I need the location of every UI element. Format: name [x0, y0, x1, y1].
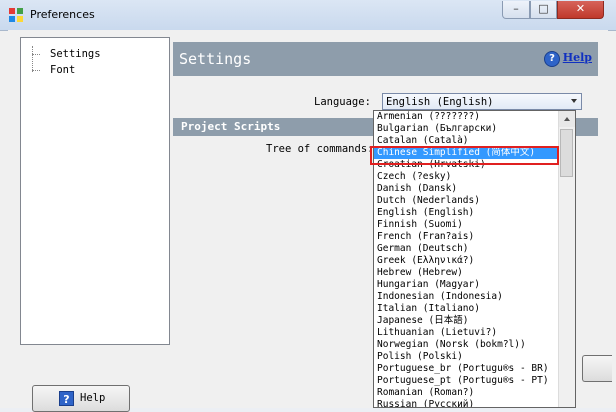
language-option[interactable]: English (English) [374, 207, 560, 219]
window-title: Preferences [30, 8, 95, 21]
language-option[interactable]: Portuguese_br (Portugu®s - BR) [374, 363, 560, 375]
language-option[interactable]: Norwegian (Norsk (bokm?l)) [374, 339, 560, 351]
language-label: Language: [314, 96, 371, 108]
language-option[interactable]: Portuguese_pt (Portugu®s - PT) [374, 375, 560, 387]
help-button-label: Help [80, 392, 106, 404]
tree-connector [32, 54, 40, 55]
ok-button[interactable] [582, 355, 612, 382]
language-option[interactable]: Armenian (???????) [374, 111, 560, 123]
settings-title: Settings [179, 50, 252, 68]
scroll-up-button[interactable] [559, 111, 575, 127]
dropdown-scrollbar[interactable] [558, 111, 575, 407]
language-option[interactable]: Hebrew (Hebrew) [374, 267, 560, 279]
tree-of-commands-label: Tree of commands: [266, 143, 374, 155]
help-icon[interactable]: ? [544, 51, 560, 67]
tree-connector [32, 70, 40, 71]
settings-header: Settings ? Help [173, 42, 598, 76]
language-option[interactable]: Dutch (Nederlands) [374, 195, 560, 207]
tree-connector [32, 46, 33, 72]
language-option[interactable]: Lithuanian (Lietuvi?) [374, 327, 560, 339]
maximize-button[interactable]: □ [530, 1, 557, 19]
language-option[interactable]: Japanese (日本語) [374, 315, 560, 327]
language-option[interactable]: Danish (Dansk) [374, 183, 560, 195]
chevron-up-icon [564, 117, 570, 121]
title-bar[interactable]: Preferences – □ ✕ [0, 0, 616, 31]
preferences-app-icon [9, 8, 23, 22]
annotation-highlight-box [370, 146, 559, 165]
language-option[interactable]: Indonesian (Indonesia) [374, 291, 560, 303]
language-option[interactable]: French (Fran?ais) [374, 231, 560, 243]
language-option[interactable]: Russian (Русский) [374, 399, 560, 407]
language-option[interactable]: Bulgarian (Български) [374, 123, 560, 135]
minimize-button[interactable]: – [502, 1, 530, 19]
language-option[interactable]: Romanian (Roman?) [374, 387, 560, 399]
close-button[interactable]: ✕ [557, 1, 604, 19]
preferences-tree[interactable]: Settings Font [20, 37, 170, 345]
tree-item-font[interactable]: Font [50, 64, 75, 76]
language-option[interactable]: Hungarian (Magyar) [374, 279, 560, 291]
language-option[interactable]: Italian (Italiano) [374, 303, 560, 315]
chevron-down-icon [571, 99, 577, 103]
language-option[interactable]: Finnish (Suomi) [374, 219, 560, 231]
scroll-thumb[interactable] [560, 129, 573, 177]
language-option[interactable]: Polish (Polski) [374, 351, 560, 363]
language-select[interactable]: English (English) [382, 93, 582, 110]
language-option[interactable]: Greek (Ελληνικά?) [374, 255, 560, 267]
section-title: Project Scripts [181, 120, 281, 133]
help-link[interactable]: Help [563, 51, 592, 64]
language-option[interactable]: German (Deutsch) [374, 243, 560, 255]
help-icon: ? [59, 391, 74, 406]
language-select-value: English (English) [386, 96, 494, 108]
language-option[interactable]: Czech (?esky) [374, 171, 560, 183]
tree-item-settings[interactable]: Settings [50, 48, 101, 60]
preferences-window: Preferences – □ ✕ Settings Font Settings… [0, 0, 616, 412]
